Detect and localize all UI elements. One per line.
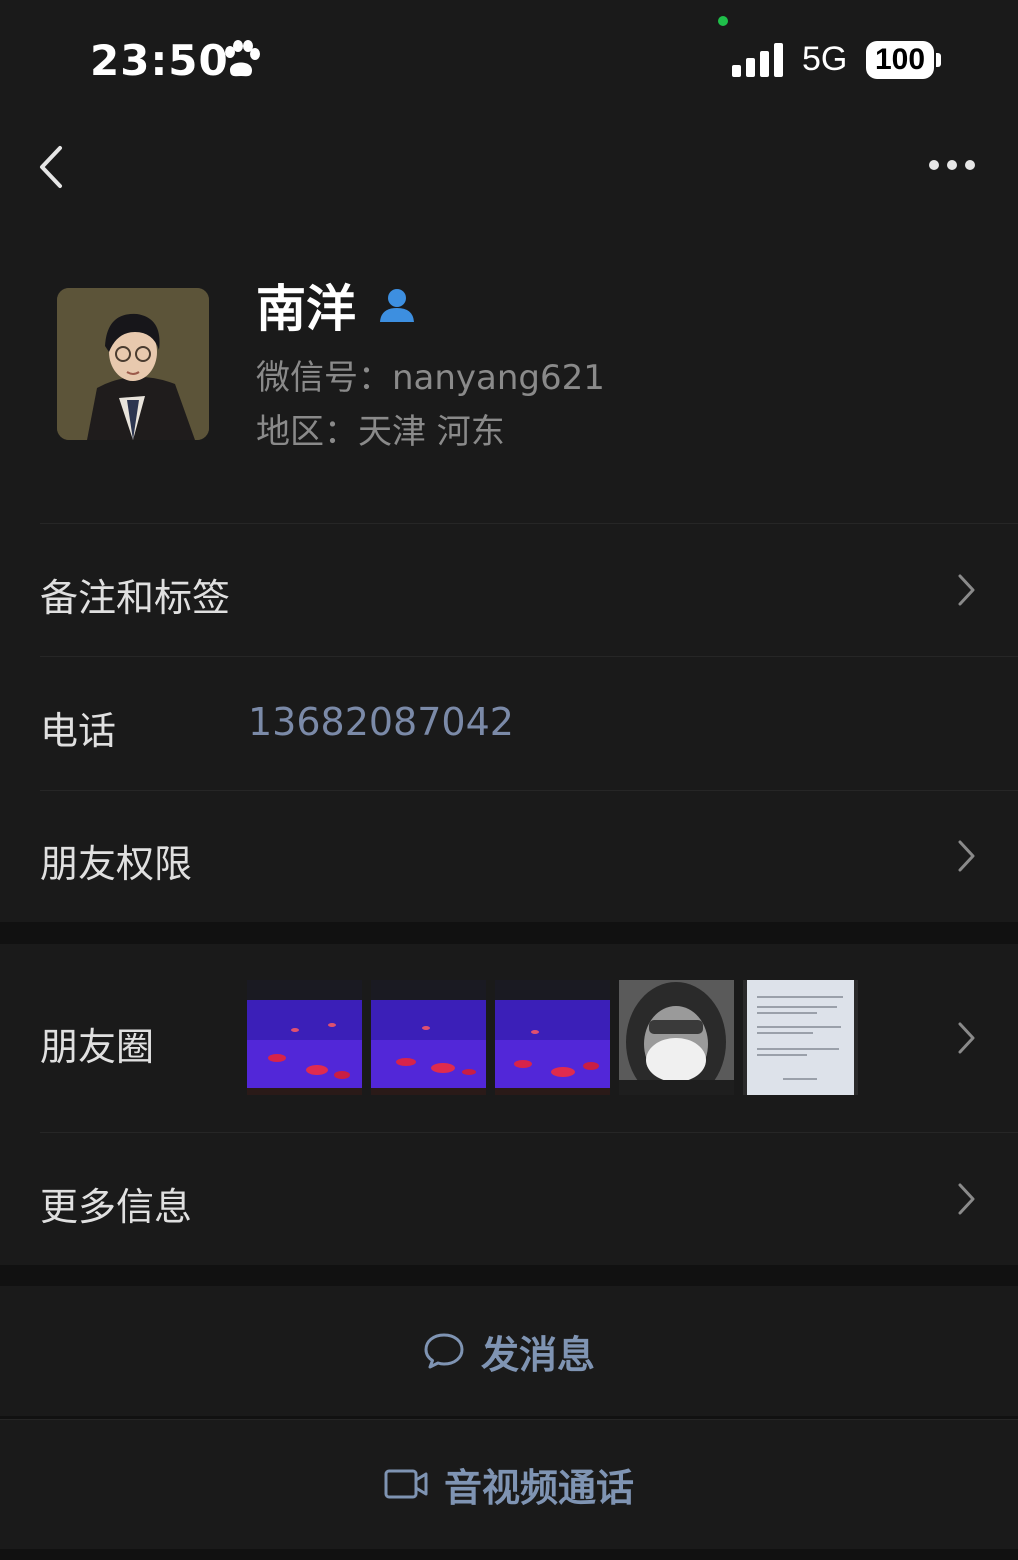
moments-thumbnail <box>247 980 362 1095</box>
divider <box>40 790 1018 791</box>
profile-name-row: 南洋 <box>256 270 416 340</box>
av-call-label: 音视频通话 <box>443 1465 634 1510</box>
moments-thumbnail <box>743 980 858 1095</box>
divider <box>40 523 1018 524</box>
profile-name: 南洋 <box>256 280 356 338</box>
chevron-right-icon <box>958 574 975 606</box>
divider <box>40 1132 1018 1133</box>
battery-indicator: 100 <box>866 41 934 79</box>
moments-label: 朋友圈 <box>40 1025 155 1069</box>
status-bar: 23:50 5G 100 <box>0 0 1018 120</box>
remarks-tags-row[interactable]: 备注和标签 <box>0 523 1018 656</box>
friend-permissions-row[interactable]: 朋友权限 <box>0 790 1018 922</box>
avatar[interactable] <box>57 288 209 440</box>
chevron-right-icon <box>958 840 975 872</box>
send-message-label: 发消息 <box>480 1332 595 1377</box>
chevron-right-icon <box>958 1183 975 1215</box>
phone-number-link[interactable]: 13682087042 <box>248 700 514 744</box>
moments-thumbnail <box>619 980 734 1095</box>
status-time: 23:50 <box>90 36 229 85</box>
region: 地区：天津 河东 <box>256 412 505 452</box>
profile-header: 南洋 微信号：nanyang621 地区：天津 河东 <box>0 120 1018 523</box>
phone-label: 电话 <box>40 709 117 753</box>
divider <box>40 656 1018 657</box>
paw-icon <box>225 40 260 77</box>
person-icon <box>380 289 414 322</box>
more-info-row[interactable]: 更多信息 <box>0 1132 1018 1265</box>
network-type: 5G <box>802 40 848 78</box>
chevron-right-icon <box>958 1022 975 1054</box>
more-options-button[interactable] <box>924 150 980 180</box>
contact-profile-page: 23:50 5G 100 南洋 微信号：nanyang621 地区：天津 河东 … <box>0 0 1018 1560</box>
signal-strength-icon <box>732 43 783 77</box>
moments-thumbnails <box>247 980 858 1095</box>
wechat-id: 微信号：nanyang621 <box>256 358 605 398</box>
send-message-button[interactable]: 发消息 <box>0 1286 1018 1416</box>
phone-row: 电话 13682087042 <box>0 656 1018 790</box>
remarks-tags-label: 备注和标签 <box>40 576 231 620</box>
more-info-label: 更多信息 <box>40 1185 193 1229</box>
avatar-image <box>57 288 209 440</box>
moments-thumbnail <box>371 980 486 1095</box>
back-button[interactable] <box>30 142 74 192</box>
moments-thumbnail <box>495 980 610 1095</box>
video-camera-icon <box>384 1469 428 1499</box>
moments-row[interactable]: 朋友圈 <box>0 944 1018 1132</box>
av-call-button[interactable]: 音视频通话 <box>0 1419 1018 1549</box>
battery-cap <box>936 53 941 67</box>
camera-indicator-dot <box>718 16 728 26</box>
divider <box>0 1419 1018 1420</box>
chat-bubble-icon <box>424 1333 464 1369</box>
friend-permissions-label: 朋友权限 <box>40 842 193 886</box>
